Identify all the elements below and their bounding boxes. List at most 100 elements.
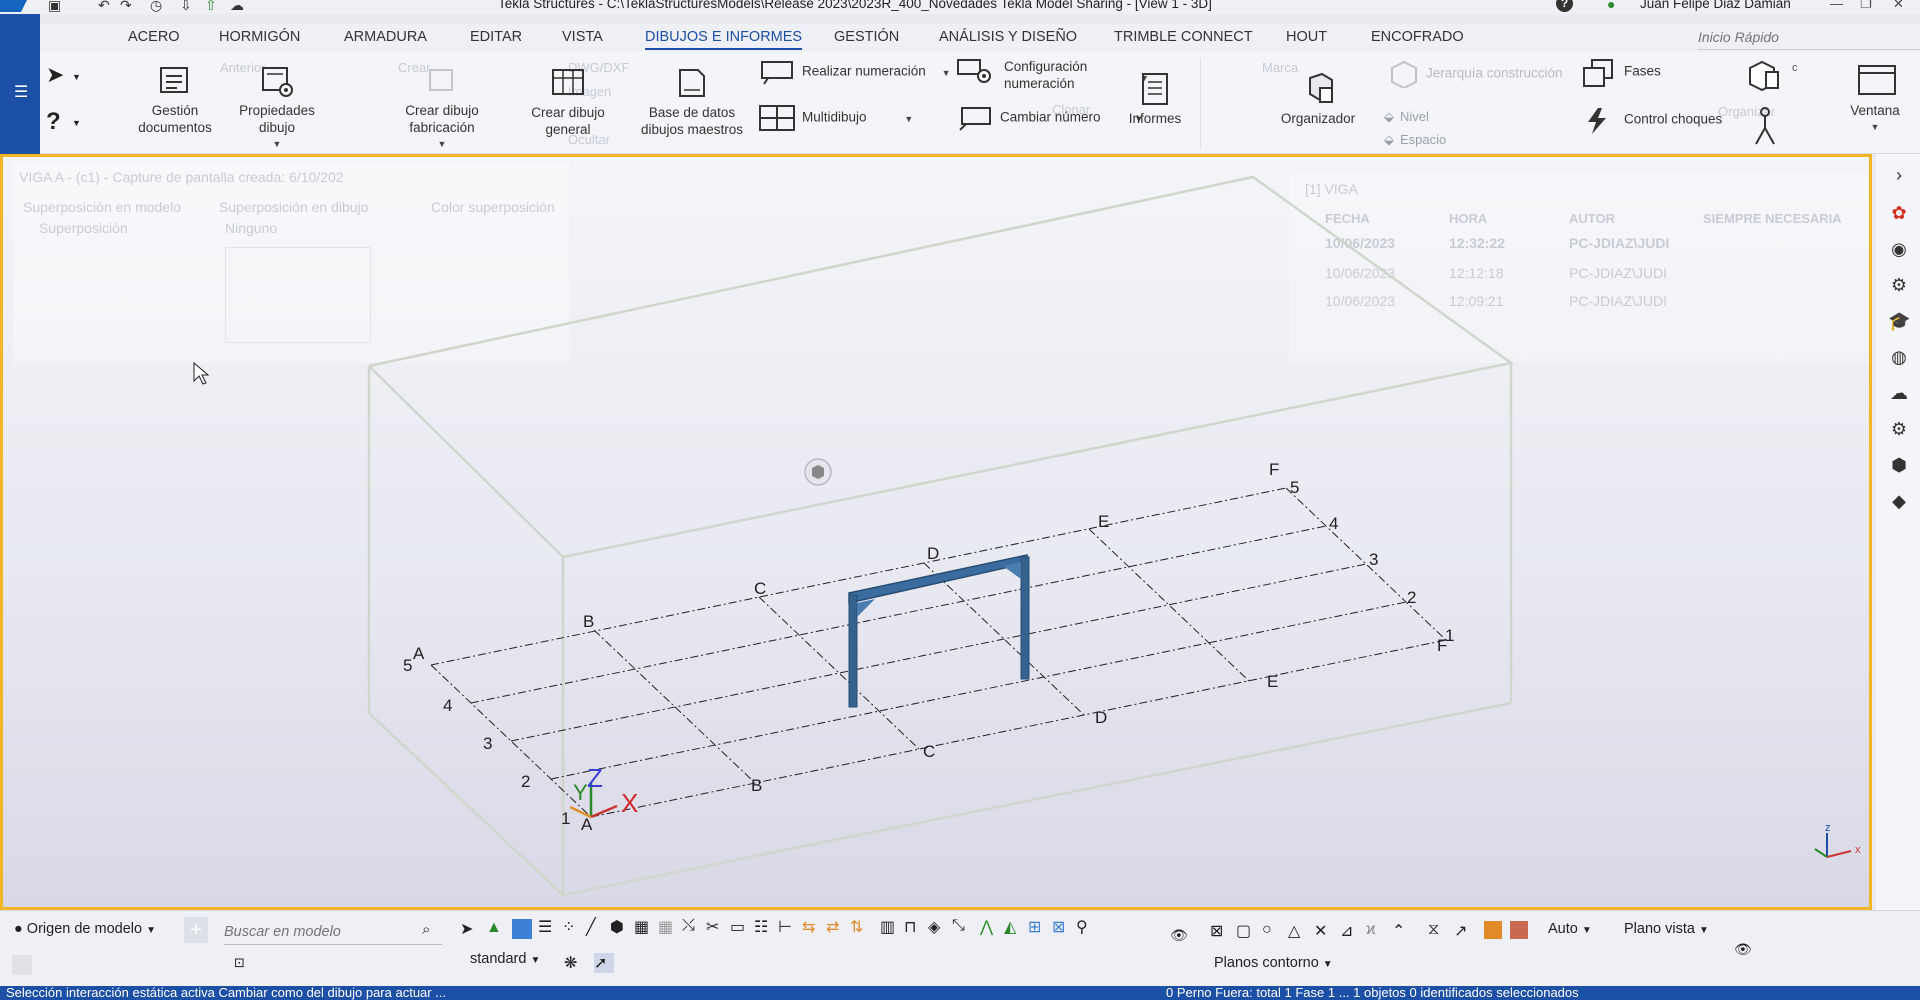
- redo-icon[interactable]: ↷: [120, 0, 132, 14]
- select-member-icon[interactable]: ☷: [754, 917, 774, 937]
- user-name[interactable]: Juan Felipe Diaz Damian: [1640, 0, 1791, 11]
- select-pointer-icon[interactable]: ➤: [46, 62, 64, 88]
- search-icon[interactable]: ⌕: [422, 921, 430, 938]
- tekla-logo-icon[interactable]: [0, 0, 30, 12]
- tab-vista[interactable]: VISTA: [562, 29, 603, 45]
- select-layer-icon[interactable]: ◈: [928, 917, 948, 937]
- toggle-tool-icon[interactable]: [12, 955, 32, 975]
- add-icon[interactable]: +: [184, 917, 208, 943]
- shapes-icon[interactable]: ◆: [1888, 490, 1910, 512]
- chevron-down-icon[interactable]: ▼: [232, 136, 322, 153]
- select-cut-icon[interactable]: ✂: [706, 917, 726, 937]
- select-points-icon[interactable]: ⁘: [562, 917, 582, 937]
- snap-free-icon[interactable]: ↗: [1454, 921, 1474, 941]
- nivel-button[interactable]: ⬙ Nivel: [1384, 109, 1429, 125]
- minimize-icon[interactable]: —: [1830, 0, 1843, 11]
- tab-armadura[interactable]: ARMADURA: [344, 29, 427, 45]
- snap-line-icon[interactable]: ⧖: [1428, 921, 1448, 941]
- select-detail-icon[interactable]: ⇄: [826, 917, 846, 937]
- dropdown-c-icon[interactable]: c: [1792, 62, 1798, 74]
- plano-vista-select[interactable]: Plano vista ▼: [1624, 921, 1709, 937]
- view-eye-icon[interactable]: ◉: [1888, 238, 1910, 260]
- snap-midpoint-icon[interactable]: △: [1288, 921, 1308, 941]
- espacio-button[interactable]: ⬙ Espacio: [1384, 132, 1446, 148]
- sync-green-icon[interactable]: ⇧: [205, 0, 217, 14]
- select-grid-icon[interactable]: ☰: [538, 917, 558, 937]
- chevron-down-icon[interactable]: ▼: [942, 68, 951, 78]
- snap-extension-icon[interactable]: ϰ: [1366, 921, 1386, 941]
- organizador-button[interactable]: Organizador: [1268, 72, 1368, 127]
- snap-perpendicular-icon[interactable]: ⊿: [1340, 921, 1360, 941]
- selection-filter-icon[interactable]: ➚: [594, 953, 614, 973]
- informes-button[interactable]: Informes: [1120, 72, 1190, 127]
- undo-icon[interactable]: ↶: [98, 0, 110, 14]
- select-pour-object-icon[interactable]: ◭: [1004, 917, 1024, 937]
- gestion-documentos-button[interactable]: Gestión documentos: [120, 64, 230, 136]
- tab-encofrado[interactable]: ENCOFRADO: [1371, 29, 1464, 45]
- select-seam-icon[interactable]: ⇅: [850, 917, 870, 937]
- select-parts-icon[interactable]: ▲: [486, 919, 506, 939]
- quick-search-input[interactable]: [1698, 26, 1918, 48]
- snap-nearest-icon[interactable]: ⌃: [1392, 921, 1412, 941]
- snap-override-icon[interactable]: [1484, 921, 1502, 939]
- select-rebar-icon[interactable]: ▦: [658, 917, 678, 937]
- tab-editar[interactable]: EDITAR: [470, 29, 522, 45]
- expand-pane-icon[interactable]: ›: [1888, 164, 1910, 186]
- visibility-eye-icon[interactable]: 👁: [1734, 941, 1752, 958]
- chevron-down-icon[interactable]: ▼: [392, 136, 492, 153]
- visibility-eye-icon[interactable]: 👁: [1170, 927, 1188, 944]
- cloud-icon[interactable]: ☁: [1888, 382, 1910, 404]
- select-solid-icon[interactable]: ⬢: [610, 917, 630, 937]
- tab-acero[interactable]: ACERO: [128, 29, 180, 45]
- tab-gestion[interactable]: GESTIÓN: [834, 29, 899, 45]
- select-line-icon[interactable]: ╱: [586, 917, 606, 937]
- control-choques-button[interactable]: Control choques: [1580, 106, 1722, 134]
- jerarquia-construccion-button[interactable]: Jerarquía construcción: [1388, 60, 1563, 90]
- select-surface-icon[interactable]: [512, 919, 532, 939]
- model-search-input[interactable]: [224, 919, 442, 945]
- hamburger-menu-icon[interactable]: ☰: [14, 82, 28, 102]
- multidibujo-button[interactable]: Multidibujo ▼: [758, 104, 913, 132]
- chevron-down-icon[interactable]: ▼: [72, 72, 81, 82]
- close-icon[interactable]: ✕: [1893, 0, 1904, 12]
- fases-button[interactable]: Fases: [1580, 58, 1661, 87]
- help-query-icon[interactable]: ?: [46, 108, 61, 136]
- save-icon[interactable]: ▣: [48, 0, 61, 14]
- snap-geometry-icon[interactable]: ▢: [1236, 921, 1256, 941]
- snap-plane-icon[interactable]: [1510, 921, 1528, 939]
- help-icon[interactable]: ?: [1556, 0, 1573, 12]
- auto-select[interactable]: Auto ▼: [1548, 921, 1592, 937]
- gear-icon[interactable]: ⚙: [1888, 418, 1910, 440]
- tab-hormigon[interactable]: HORMIGÓN: [219, 29, 300, 45]
- settings-pair-icon[interactable]: ⚙: [1888, 274, 1910, 296]
- select-measure-icon[interactable]: ⚲: [1076, 917, 1096, 937]
- 3d-model-viewport[interactable]: VIGA A - (c1) - Capture de pantalla crea…: [0, 154, 1872, 910]
- tab-dibujos-e-informes[interactable]: DIBUJOS E INFORMES: [645, 29, 803, 50]
- select-all-icon[interactable]: ➤: [460, 919, 480, 939]
- tab-trimble-connect[interactable]: TRIMBLE CONNECT: [1114, 29, 1253, 45]
- select-component-icon[interactable]: ⤡: [952, 917, 972, 937]
- select-assembly-icon[interactable]: ▥: [880, 917, 900, 937]
- tab-hout[interactable]: HOUT: [1286, 29, 1327, 45]
- globe-icon[interactable]: ◍: [1888, 346, 1910, 368]
- restore-icon[interactable]: ❐: [1860, 0, 1872, 12]
- snap-center-icon[interactable]: ○: [1262, 921, 1282, 941]
- ventana-button[interactable]: Ventana ▼: [1840, 64, 1910, 136]
- select-bolt-icon[interactable]: ⊢: [778, 917, 798, 937]
- planos-contorno-select[interactable]: Planos contorno ▼: [1214, 955, 1333, 971]
- cube-icon[interactable]: ⬢: [1888, 454, 1910, 476]
- select-pour-icon[interactable]: ⋀: [980, 917, 1000, 937]
- file-menu-strip[interactable]: ☰: [0, 14, 40, 154]
- chevron-down-icon[interactable]: ▼: [1840, 119, 1910, 136]
- select-object-icon[interactable]: ⊓: [904, 917, 924, 937]
- sync-down-icon[interactable]: ⇩: [180, 0, 192, 14]
- standard-select[interactable]: standard ▼: [470, 951, 540, 967]
- select-mesh-icon[interactable]: ▦: [634, 917, 654, 937]
- snap-intersection-icon[interactable]: ✕: [1314, 921, 1334, 941]
- base-datos-dibujos-maestros-button[interactable]: Base de datos dibujos maestros: [632, 66, 752, 138]
- select-plane-icon[interactable]: ▭: [730, 917, 750, 937]
- chevron-down-icon[interactable]: ▼: [904, 114, 913, 124]
- select-reference-icon[interactable]: ⊠: [1052, 917, 1072, 937]
- crear-dibujo-general-button[interactable]: Crear dibujo general: [522, 66, 614, 138]
- learning-cap-icon[interactable]: 🎓: [1888, 310, 1910, 332]
